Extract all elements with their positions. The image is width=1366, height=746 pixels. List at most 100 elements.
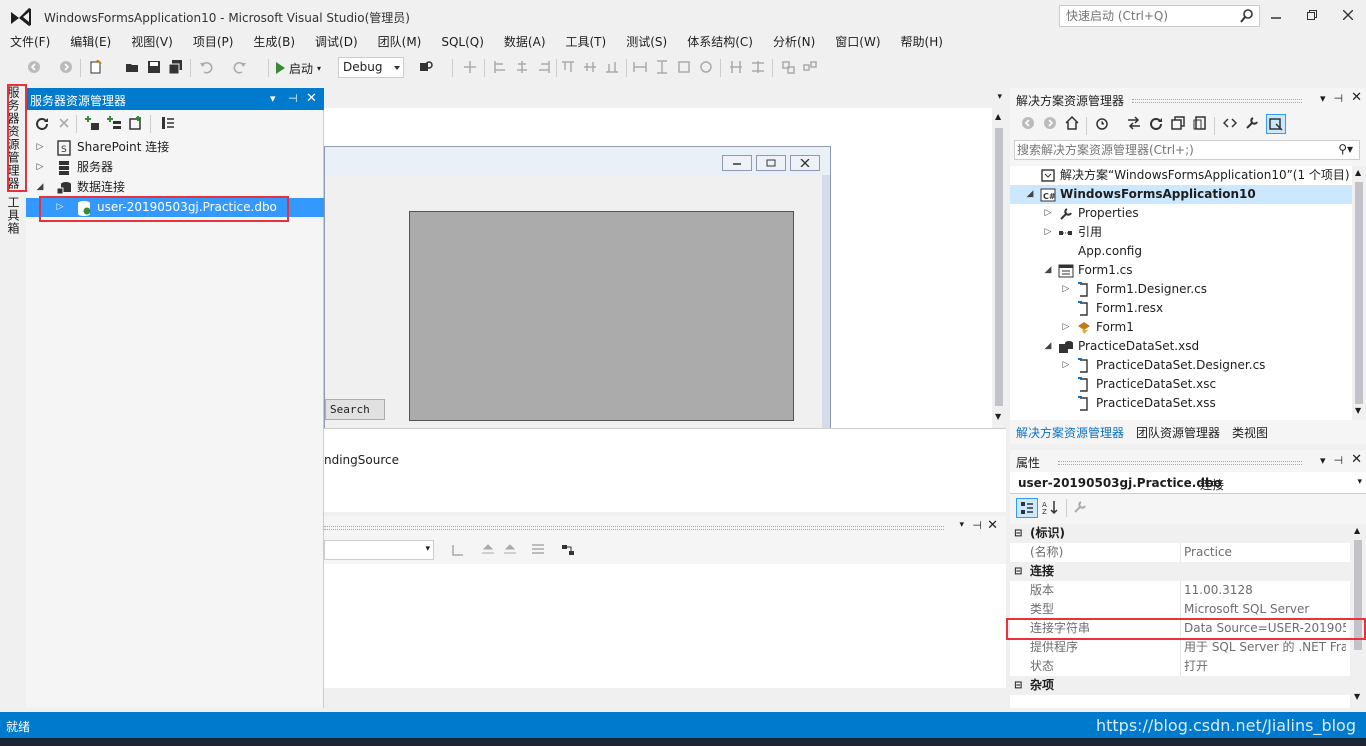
redo-icon[interactable] [232, 59, 248, 75]
server-tree-item[interactable]: ▷ 服务器 [26, 158, 324, 177]
save-icon[interactable] [146, 59, 162, 75]
solution-tree-item[interactable]: ▷ PracticeDataSet.Designer.cs [1010, 356, 1352, 375]
property-value[interactable]: 打开 [1184, 657, 1346, 676]
solution-tree-item[interactable]: ▷ Properties [1010, 204, 1352, 223]
property-value[interactable]: Practice [1184, 543, 1346, 562]
solution-tree-item[interactable]: 解决方案“WindowsFormsApplication10”(1 个项目) [1010, 166, 1352, 185]
scrollbar-thumb[interactable] [995, 128, 1003, 406]
solution-search-box[interactable]: ⚲▾ [1014, 140, 1360, 160]
pin-icon[interactable]: ⊣ [1334, 454, 1344, 467]
solution-tree-item[interactable]: ▷ 引用 [1010, 223, 1352, 242]
solution-tree-item[interactable]: PracticeDataSet.xsc [1010, 375, 1352, 394]
form1-design-surface[interactable]: Search [324, 146, 831, 446]
collapse-all-icon[interactable] [1170, 115, 1186, 131]
alphabetical-icon[interactable]: AZ [1042, 499, 1058, 515]
categorized-icon[interactable] [1016, 498, 1038, 518]
collapsed-arrow-icon[interactable]: ▷ [1060, 280, 1072, 299]
restore-button[interactable] [1294, 0, 1330, 30]
open-file-icon[interactable] [124, 59, 140, 75]
property-row[interactable]: (名称) Practice [1010, 543, 1350, 562]
collapsed-arrow-icon[interactable]: ▷ [34, 138, 46, 157]
property-row[interactable]: 版本 11.00.3128 [1010, 581, 1350, 600]
expanded-arrow-icon[interactable]: ◢ [1042, 261, 1054, 280]
data-grid-view[interactable] [409, 211, 794, 421]
expanded-arrow-icon[interactable]: ◢ [34, 178, 46, 197]
menu-item-0[interactable]: 文件(F) [0, 32, 60, 52]
search-icon[interactable] [1239, 8, 1255, 24]
forward-icon[interactable] [1042, 115, 1058, 131]
category-collapse-icon[interactable]: ⊟ [1014, 676, 1022, 695]
menu-item-3[interactable]: 项目(P) [183, 32, 244, 52]
scrollbar-thumb[interactable] [1355, 182, 1363, 404]
collapsed-arrow-icon[interactable]: ▷ [1042, 204, 1054, 223]
category-collapse-icon[interactable]: ⊟ [1014, 562, 1022, 581]
menu-item-4[interactable]: 生成(B) [243, 32, 305, 52]
quick-launch-box[interactable] [1059, 5, 1260, 27]
toolbox-vertical-tab[interactable]: 工具箱 [4, 196, 22, 235]
pin-icon[interactable]: ⊣ [972, 519, 982, 532]
panel-menu-chevron-icon[interactable]: ▾ [1320, 92, 1326, 105]
property-value[interactable]: 用于 SQL Server 的 .NET Fra [1184, 638, 1346, 657]
menu-item-10[interactable]: 测试(S) [616, 32, 677, 52]
refresh-icon[interactable] [1148, 115, 1164, 131]
property-value[interactable]: Microsoft SQL Server [1184, 600, 1346, 619]
panel-menu-chevron-icon[interactable]: ▾ [270, 92, 276, 105]
sync-with-active-document-icon[interactable] [1126, 115, 1142, 131]
collapsed-arrow-icon[interactable]: ▷ [1042, 223, 1054, 242]
close-panel-icon[interactable]: ✕ [1351, 452, 1362, 467]
solution-tree-item[interactable]: PracticeDataSet.xss [1010, 394, 1352, 413]
menu-item-8[interactable]: 数据(A) [494, 32, 556, 52]
server-tree-item[interactable]: ◢ 数据连接 [26, 178, 324, 197]
view-designer-icon[interactable] [1266, 114, 1286, 134]
panel-menu-chevron-icon[interactable]: ▾ [959, 520, 964, 530]
properties-wrench-icon[interactable] [1244, 115, 1260, 131]
close-window-button[interactable] [1330, 0, 1366, 30]
property-category[interactable]: ⊟ (标识) [1010, 524, 1350, 543]
menu-item-12[interactable]: 分析(N) [763, 32, 825, 52]
close-panel-icon[interactable]: ✕ [306, 91, 317, 106]
view-code-icon[interactable] [1222, 115, 1238, 131]
menu-item-1[interactable]: 编辑(E) [60, 32, 121, 52]
save-all-icon[interactable] [168, 59, 184, 75]
close-panel-icon[interactable]: ✕ [1351, 90, 1362, 105]
pin-icon[interactable]: ⊣ [1334, 92, 1344, 105]
find-in-files-icon[interactable] [418, 59, 434, 75]
properties-object-selector[interactable]: user-20190503gj.Practice.dbo 连接 ▾ [1010, 472, 1366, 494]
quick-launch-input[interactable] [1060, 6, 1230, 26]
search-button[interactable]: Search [325, 399, 385, 420]
solution-tree-item[interactable]: ◢ PracticeDataSet.xsd [1010, 337, 1352, 356]
menu-item-7[interactable]: SQL(Q) [431, 32, 494, 52]
solution-tree-scrollbar[interactable]: ▲ ▼ [1352, 166, 1366, 420]
connect-to-sharepoint-icon[interactable] [128, 115, 144, 131]
menu-item-14[interactable]: 帮助(H) [891, 32, 953, 52]
connect-to-database-icon[interactable] [84, 115, 100, 131]
bottom-panel-select[interactable]: ▾ [324, 540, 434, 560]
start-debugging-button[interactable]: 启动 ▾ [276, 58, 321, 78]
collapsed-arrow-icon[interactable]: ▷ [1060, 318, 1072, 337]
minimize-button[interactable] [1258, 0, 1294, 30]
pending-changes-filter-icon[interactable] [1094, 115, 1110, 131]
navigate-back-icon[interactable] [26, 59, 42, 75]
word-wrap-icon[interactable] [560, 542, 576, 558]
property-row[interactable]: 提供程序 用于 SQL Server 的 .NET Fra [1010, 638, 1350, 657]
panel-menu-chevron-icon[interactable]: ▾ [1320, 454, 1326, 467]
designer-vertical-scrollbar[interactable]: ▲ ▼ [992, 108, 1006, 428]
menu-item-13[interactable]: 窗口(W) [825, 32, 890, 52]
show-all-files-icon[interactable] [1192, 115, 1208, 131]
solution-tree-item[interactable]: ◢ C# WindowsFormsApplication10 [1010, 185, 1352, 204]
solution-panel-tab-2[interactable]: 类视图 [1226, 422, 1274, 442]
refresh-icon[interactable] [34, 115, 50, 131]
undo-icon[interactable] [198, 59, 214, 75]
binding-source-component[interactable]: ndingSource [324, 453, 399, 467]
properties-icon[interactable] [160, 115, 176, 131]
menu-item-6[interactable]: 团队(M) [368, 32, 432, 52]
solution-tree-item[interactable]: ▷ Form1 [1010, 318, 1352, 337]
property-category[interactable]: ⊟ 杂项 [1010, 676, 1350, 695]
menu-item-2[interactable]: 视图(V) [121, 32, 183, 52]
collapsed-arrow-icon[interactable]: ▷ [1060, 356, 1072, 375]
property-row[interactable]: 状态 打开 [1010, 657, 1350, 676]
home-icon[interactable] [1064, 115, 1080, 131]
property-grid-scrollbar[interactable]: ▲ ▼ [1350, 524, 1366, 708]
pin-icon[interactable]: ⊣ [288, 92, 298, 105]
menu-item-11[interactable]: 体系结构(C) [677, 32, 763, 52]
